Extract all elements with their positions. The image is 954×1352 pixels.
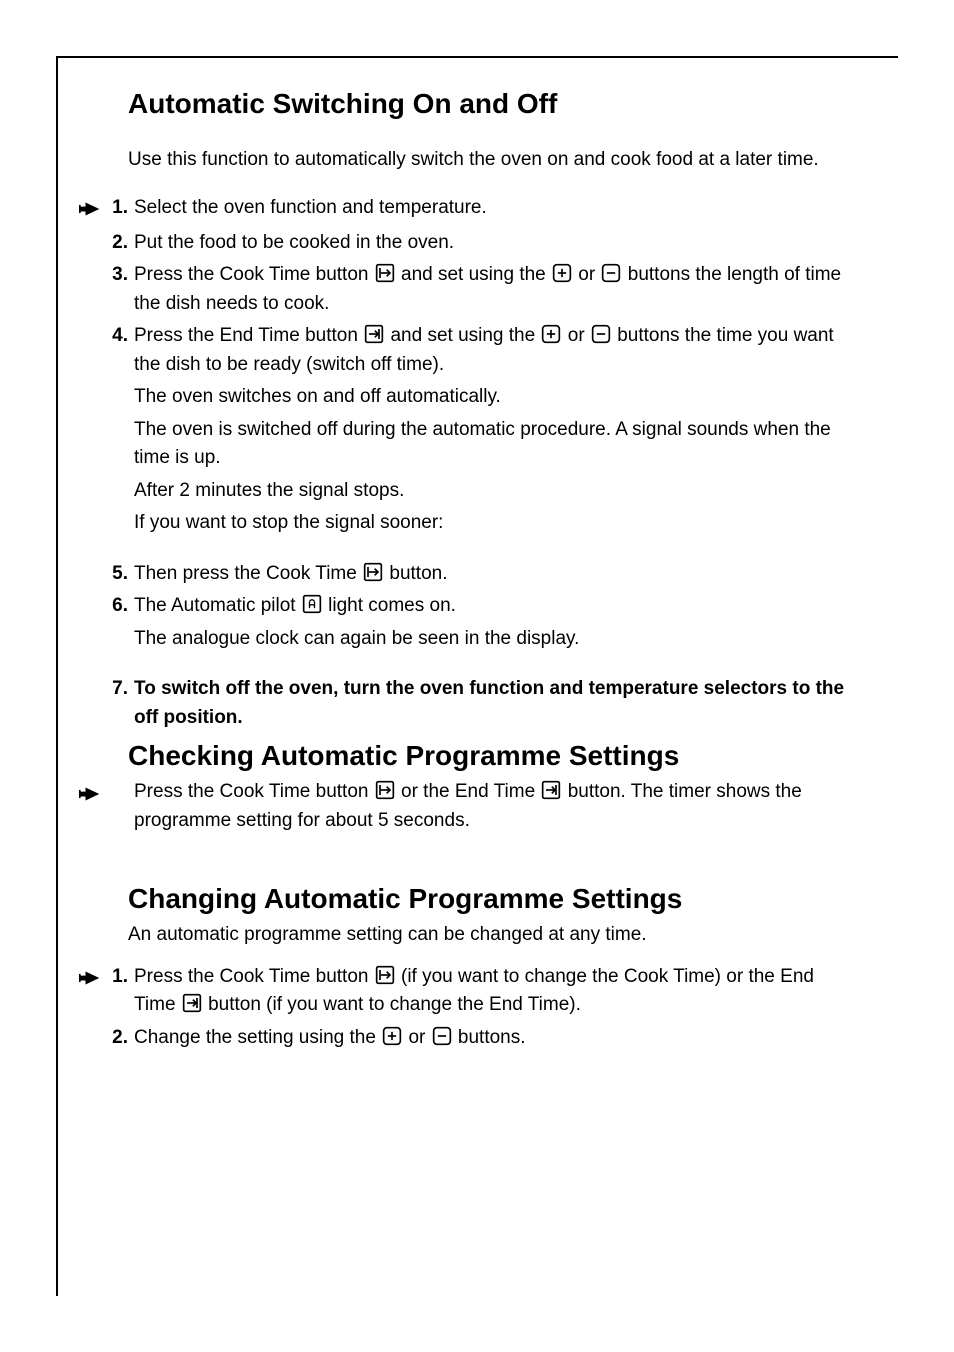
- step-number: 7.: [106, 675, 132, 704]
- auto-after-text: The analogue clock can again be seen in …: [134, 625, 858, 654]
- minus-icon: [432, 1026, 452, 1046]
- heading-check-settings: Checking Automatic Programme Settings: [128, 740, 858, 772]
- steps-change: 1. Press the Cook Time button (if you wa…: [78, 963, 858, 1053]
- endtime-icon: [541, 780, 561, 800]
- step-number: 5.: [106, 560, 132, 589]
- step-text: Change the setting using the or buttons.: [132, 1024, 858, 1053]
- plus-icon: [382, 1026, 402, 1046]
- cooktime-icon: [375, 263, 395, 283]
- cooktime-icon: [375, 965, 395, 985]
- cooktime-icon: [363, 562, 383, 582]
- plus-icon: [552, 263, 572, 283]
- intro-change: An automatic programme setting can be ch…: [128, 921, 858, 949]
- minus-icon: [591, 324, 611, 344]
- minus-icon: [601, 263, 621, 283]
- auto-after-text: After 2 minutes the signal stops.: [134, 477, 858, 506]
- intro-auto: Use this function to automatically switc…: [128, 146, 858, 174]
- check-note: Press the Cook Time button or the End Ti…: [78, 778, 858, 835]
- step-number: 2.: [106, 1024, 132, 1053]
- hand-icon: [78, 194, 106, 225]
- step-text: Press the Cook Time button (if you want …: [132, 963, 858, 1020]
- step-text: Press the Cook Time button and set using…: [132, 261, 858, 318]
- auto-icon: [302, 594, 322, 614]
- check-text: Press the Cook Time button or the End Ti…: [106, 778, 858, 835]
- heading-auto-on-off: Automatic Switching On and Off: [128, 88, 858, 120]
- heading-change-settings: Changing Automatic Programme Settings: [128, 883, 858, 915]
- step-text: Put the food to be cooked in the oven.: [132, 229, 858, 258]
- auto-after-text: The oven is switched off during the auto…: [134, 416, 858, 473]
- cooktime-icon: [375, 780, 395, 800]
- step-text: Select the oven function and temperature…: [132, 194, 858, 223]
- step7-bold: To switch off the oven, turn the oven fu…: [132, 675, 858, 732]
- endtime-icon: [182, 993, 202, 1013]
- hand-icon: [78, 963, 106, 994]
- step-number: 1.: [106, 194, 132, 223]
- auto-after-text: If you want to stop the signal sooner:: [134, 509, 858, 538]
- step-text: Press the End Time button and set using …: [132, 322, 858, 379]
- step-number: 2.: [106, 229, 132, 258]
- step-number: 4.: [106, 322, 132, 351]
- step-text: Then press the Cook Time button.: [132, 560, 858, 589]
- auto-after-text: The oven switches on and off automatical…: [134, 383, 858, 412]
- endtime-icon: [364, 324, 384, 344]
- steps-auto: 1. Select the oven function and temperat…: [78, 194, 858, 733]
- step-number: 1.: [106, 963, 132, 992]
- step-number: 3.: [106, 261, 132, 290]
- step-text: The Automatic pilot light comes on.: [132, 592, 858, 621]
- plus-icon: [541, 324, 561, 344]
- hand-icon: [78, 778, 106, 810]
- step-number: 6.: [106, 592, 132, 621]
